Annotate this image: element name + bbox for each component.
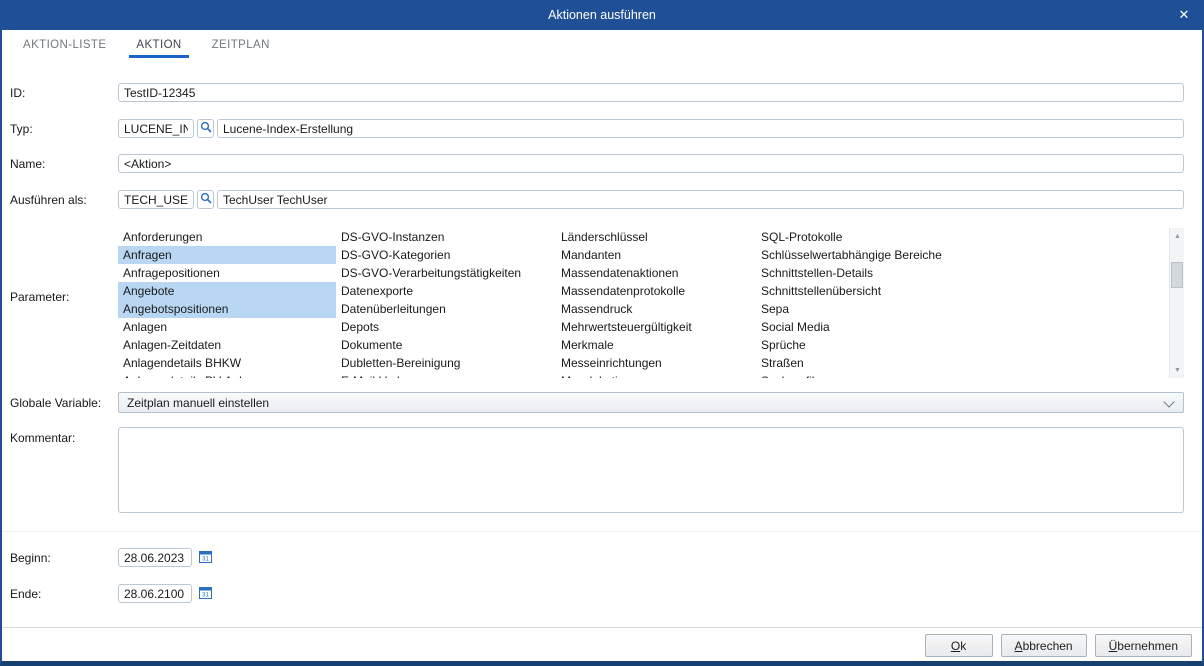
- tab-zeitplan[interactable]: ZEITPLAN: [205, 30, 277, 60]
- calendar-icon: 31: [199, 586, 212, 602]
- ende-date-input[interactable]: [118, 584, 192, 603]
- svg-text:31: 31: [202, 556, 209, 562]
- ausfuehren-als-code-input[interactable]: [118, 190, 194, 209]
- abbrechen-button[interactable]: Abbrechen: [1001, 634, 1087, 657]
- parameter-item[interactable]: Messlokationen: [556, 372, 756, 378]
- parameter-item[interactable]: Sprüche: [756, 336, 1169, 354]
- parameter-item[interactable]: Mehrwertsteuergültigkeit: [556, 318, 756, 336]
- close-icon[interactable]: ✕: [1166, 0, 1202, 30]
- divider: [2, 627, 1202, 628]
- scroll-down-icon[interactable]: ▼: [1170, 362, 1184, 378]
- ende-label: Ende:: [10, 587, 41, 602]
- parameter-list: AnforderungenAnfragenAnfragepositionenAn…: [118, 228, 1184, 378]
- parameter-item[interactable]: Schnittstellen-Details: [756, 264, 1169, 282]
- parameter-item[interactable]: Merkmale: [556, 336, 756, 354]
- parameter-item[interactable]: Suchprofile: [756, 372, 1169, 378]
- parameter-item[interactable]: Social Media: [756, 318, 1169, 336]
- parameter-item[interactable]: Massendatenaktionen: [556, 264, 756, 282]
- parameter-item[interactable]: Angebote: [118, 282, 336, 300]
- parameter-item[interactable]: Depots: [336, 318, 556, 336]
- globale-variable-label: Globale Variable:: [10, 396, 101, 411]
- id-input[interactable]: [118, 83, 1184, 102]
- vertical-scrollbar[interactable]: ▲ ▼: [1169, 228, 1184, 378]
- id-label: ID:: [10, 86, 25, 101]
- parameter-column-4: SQL-ProtokolleSchlüsselwertabhängige Ber…: [756, 228, 1169, 378]
- parameter-item[interactable]: SQL-Protokolle: [756, 228, 1169, 246]
- name-label: Name:: [10, 157, 45, 172]
- parameter-item[interactable]: Datenüberleitungen: [336, 300, 556, 318]
- footer-button-bar: Ok Abbrechen Übernehmen: [925, 634, 1192, 657]
- parameter-item[interactable]: Schnittstellenübersicht: [756, 282, 1169, 300]
- ausfuehren-als-lookup-button[interactable]: [197, 190, 214, 209]
- parameter-item[interactable]: Anlagendetails PV-Anlage: [118, 372, 336, 378]
- ende-calendar-button[interactable]: 31: [197, 584, 214, 603]
- parameter-item[interactable]: Schlüsselwertabhängige Bereiche: [756, 246, 1169, 264]
- parameter-item[interactable]: Mandanten: [556, 246, 756, 264]
- parameter-item[interactable]: Straßen: [756, 354, 1169, 372]
- parameter-item[interactable]: Anlagendetails BHKW: [118, 354, 336, 372]
- typ-description-field: [217, 119, 1184, 138]
- name-input[interactable]: [118, 154, 1184, 173]
- window-title: Aktionen ausführen: [2, 0, 1202, 30]
- parameter-item[interactable]: Länderschlüssel: [556, 228, 756, 246]
- magnifier-icon: [200, 192, 212, 207]
- ausfuehren-als-label: Ausführen als:: [10, 193, 87, 208]
- parameter-item[interactable]: Anfragepositionen: [118, 264, 336, 282]
- typ-label: Typ:: [10, 122, 33, 137]
- beginn-label: Beginn:: [10, 551, 51, 566]
- uebernehmen-button[interactable]: Übernehmen: [1095, 634, 1192, 657]
- parameter-item[interactable]: Dubletten-Bereinigung: [336, 354, 556, 372]
- parameter-item[interactable]: DS-GVO-Verarbeitungstätigkeiten: [336, 264, 556, 282]
- divider: [2, 531, 1202, 532]
- dialog-aktionen-ausfuehren: Aktionen ausführen ✕ AKTION-LISTE AKTION Z…: [0, 0, 1204, 666]
- beginn-date-input[interactable]: [118, 548, 192, 567]
- tab-bar: AKTION-LISTE AKTION ZEITPLAN: [2, 30, 1202, 60]
- parameter-item[interactable]: Dokumente: [336, 336, 556, 354]
- tab-aktion[interactable]: AKTION: [129, 30, 188, 60]
- parameter-item[interactable]: DS-GVO-Kategorien: [336, 246, 556, 264]
- parameter-item[interactable]: Datenexporte: [336, 282, 556, 300]
- kommentar-label: Kommentar:: [10, 431, 75, 446]
- calendar-icon: 31: [199, 550, 212, 566]
- parameter-column-3: LänderschlüsselMandantenMassendatenaktio…: [556, 228, 756, 378]
- globale-variable-value: Zeitplan manuell einstellen: [127, 396, 269, 410]
- typ-lookup-button[interactable]: [197, 119, 214, 138]
- globale-variable-dropdown[interactable]: Zeitplan manuell einstellen: [118, 392, 1184, 413]
- parameter-item[interactable]: Anfragen: [118, 246, 336, 264]
- parameter-item[interactable]: Anlagen-Zeitdaten: [118, 336, 336, 354]
- ok-button[interactable]: Ok: [925, 634, 993, 657]
- parameter-item[interactable]: Messeinrichtungen: [556, 354, 756, 372]
- scroll-up-icon[interactable]: ▲: [1170, 228, 1184, 244]
- parameter-item[interactable]: Massendruck: [556, 300, 756, 318]
- parameter-item[interactable]: Sepa: [756, 300, 1169, 318]
- kommentar-textarea[interactable]: [118, 427, 1184, 513]
- scrollbar-thumb[interactable]: [1171, 262, 1183, 288]
- beginn-calendar-button[interactable]: 31: [197, 548, 214, 567]
- parameter-item[interactable]: E-Mail-Vorlagen: [336, 372, 556, 378]
- typ-code-input[interactable]: [118, 119, 194, 138]
- parameter-item[interactable]: Anforderungen: [118, 228, 336, 246]
- parameter-label: Parameter:: [10, 290, 69, 305]
- parameter-item[interactable]: Angebotspositionen: [118, 300, 336, 318]
- tab-aktion-liste[interactable]: AKTION-LISTE: [16, 30, 113, 60]
- parameter-column-2: DS-GVO-InstanzenDS-GVO-KategorienDS-GVO-…: [336, 228, 556, 378]
- parameter-item[interactable]: Massendatenprotokolle: [556, 282, 756, 300]
- ausfuehren-als-description-field: [217, 190, 1184, 209]
- parameter-column-1: AnforderungenAnfragenAnfragepositionenAn…: [118, 228, 336, 378]
- parameter-item[interactable]: DS-GVO-Instanzen: [336, 228, 556, 246]
- chevron-down-icon: [1163, 396, 1174, 407]
- svg-text:31: 31: [202, 592, 209, 598]
- titlebar[interactable]: Aktionen ausführen ✕: [2, 0, 1202, 30]
- parameter-item[interactable]: Anlagen: [118, 318, 336, 336]
- magnifier-icon: [200, 121, 212, 136]
- parameter-columns: AnforderungenAnfragenAnfragepositionenAn…: [118, 228, 1169, 378]
